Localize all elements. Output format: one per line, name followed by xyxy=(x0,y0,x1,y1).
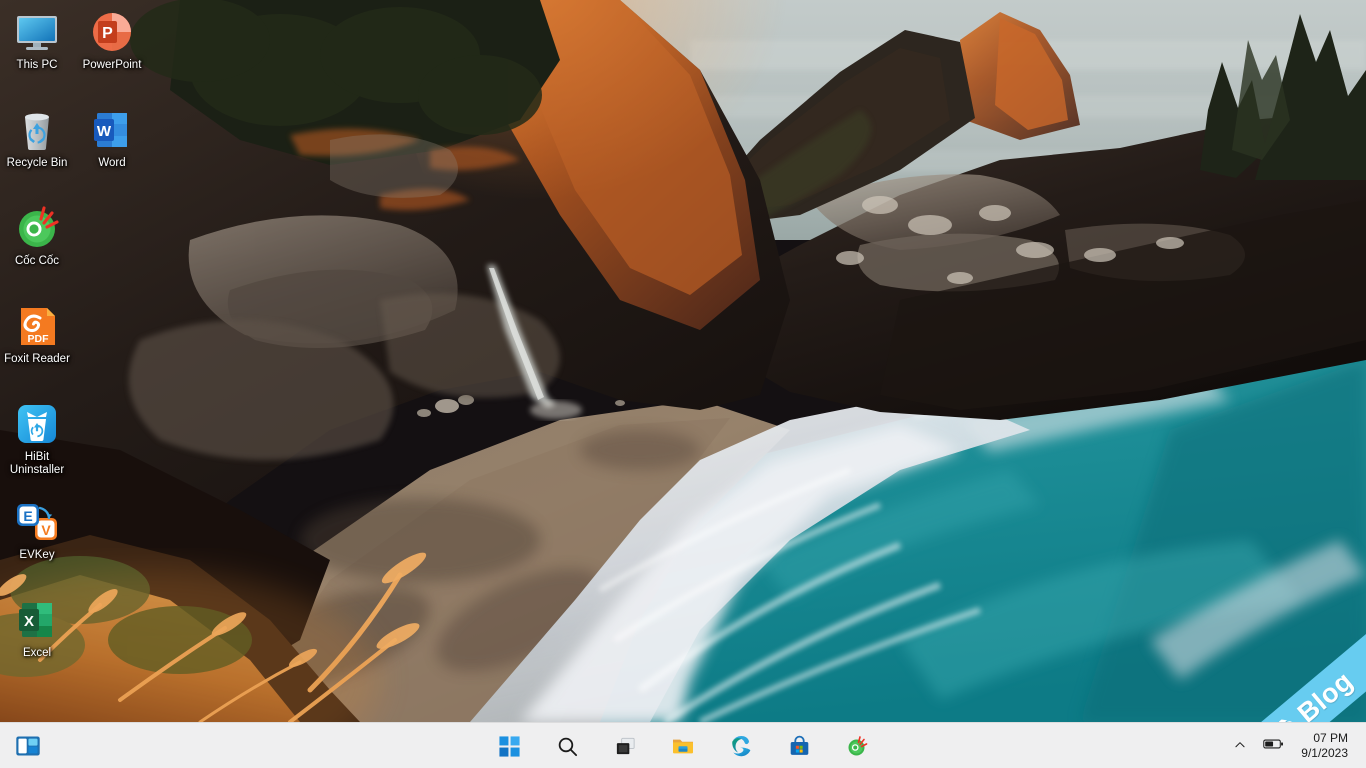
desktop-icon-label: PowerPoint xyxy=(75,59,149,72)
svg-text:X: X xyxy=(24,613,34,630)
desktop-icon-evkey[interactable]: V E EVKey xyxy=(0,498,74,562)
desktop-icon-powerpoint[interactable]: P PowerPoint xyxy=(75,8,149,72)
clock-date: 9/1/2023 xyxy=(1301,746,1348,761)
taskbar-button-file-explorer[interactable] xyxy=(663,726,703,766)
taskbar-button-microsoft-store[interactable] xyxy=(779,726,819,766)
chevron-up-icon xyxy=(1233,738,1247,755)
svg-text:PDF: PDF xyxy=(28,333,50,345)
desktop-icon-excel[interactable]: X Excel xyxy=(0,596,74,660)
store-icon xyxy=(788,735,811,758)
taskbar: 07 PM 9/1/2023 xyxy=(0,722,1366,768)
desktop-icon-label: HiBit Uninstaller xyxy=(0,451,74,477)
taskbar-clock[interactable]: 07 PM 9/1/2023 xyxy=(1295,726,1358,766)
tray-show-hidden-icons[interactable] xyxy=(1227,726,1253,766)
taskbar-button-search[interactable] xyxy=(547,726,587,766)
recycle-bin-icon xyxy=(13,106,61,154)
hibit-uninstaller-icon xyxy=(13,400,61,448)
svg-text:V: V xyxy=(41,522,51,538)
battery-icon xyxy=(1263,737,1285,756)
desktop-icon-this-pc[interactable]: This PC xyxy=(0,8,74,72)
desktop-icon-recycle-bin[interactable]: Recycle Bin xyxy=(0,106,74,170)
desktop-icon-label: Cốc Cốc xyxy=(0,255,74,268)
desktop-icon-label: Excel xyxy=(0,647,74,660)
taskbar-button-edge[interactable] xyxy=(721,726,761,766)
svg-text:E: E xyxy=(23,508,32,524)
excel-icon: X xyxy=(13,596,61,644)
desktop-icon-label: Recycle Bin xyxy=(0,157,74,170)
search-icon xyxy=(556,735,579,758)
edge-icon xyxy=(729,734,753,758)
word-icon: W xyxy=(88,106,136,154)
foxit-reader-icon: PDF xyxy=(13,302,61,350)
desktop-icon-foxit-reader[interactable]: PDF Foxit Reader xyxy=(0,302,74,366)
desktop-icon-word[interactable]: W Word xyxy=(75,106,149,170)
coccoc-icon xyxy=(13,204,61,252)
powerpoint-icon: P xyxy=(88,8,136,56)
desktop-icon-coccoc[interactable]: Cốc Cốc xyxy=(0,204,74,268)
taskbar-system-tray: 07 PM 9/1/2023 xyxy=(1227,723,1366,768)
desktop-screen: Lê Hà Blog This PC xyxy=(0,0,1366,768)
taskbar-button-coccoc[interactable] xyxy=(837,726,877,766)
clock-time: 07 PM xyxy=(1313,731,1348,746)
taskbar-button-start[interactable] xyxy=(489,726,529,766)
taskbar-center-region xyxy=(0,723,1366,768)
tray-battery[interactable] xyxy=(1257,726,1291,766)
desktop-icon-hibit-uninstaller[interactable]: HiBit Uninstaller xyxy=(0,400,74,477)
desktop-wallpaper[interactable] xyxy=(0,0,1366,722)
folder-icon xyxy=(671,734,695,758)
svg-text:W: W xyxy=(97,123,112,140)
desktop-icon-label: Foxit Reader xyxy=(0,353,74,366)
desktop-icon-label: This PC xyxy=(0,59,74,72)
taskbar-button-task-view[interactable] xyxy=(605,726,645,766)
task-view-icon xyxy=(614,735,637,758)
svg-text:P: P xyxy=(102,25,113,42)
desktop-icon-label: Word xyxy=(75,157,149,170)
desktop-icon-grid: This PC P PowerPoint xyxy=(0,0,160,700)
windows-logo-icon xyxy=(498,735,521,758)
monitor-icon xyxy=(13,8,61,56)
coccoc-icon xyxy=(845,734,869,758)
evkey-icon: V E xyxy=(13,498,61,546)
desktop-icon-label: EVKey xyxy=(0,549,74,562)
